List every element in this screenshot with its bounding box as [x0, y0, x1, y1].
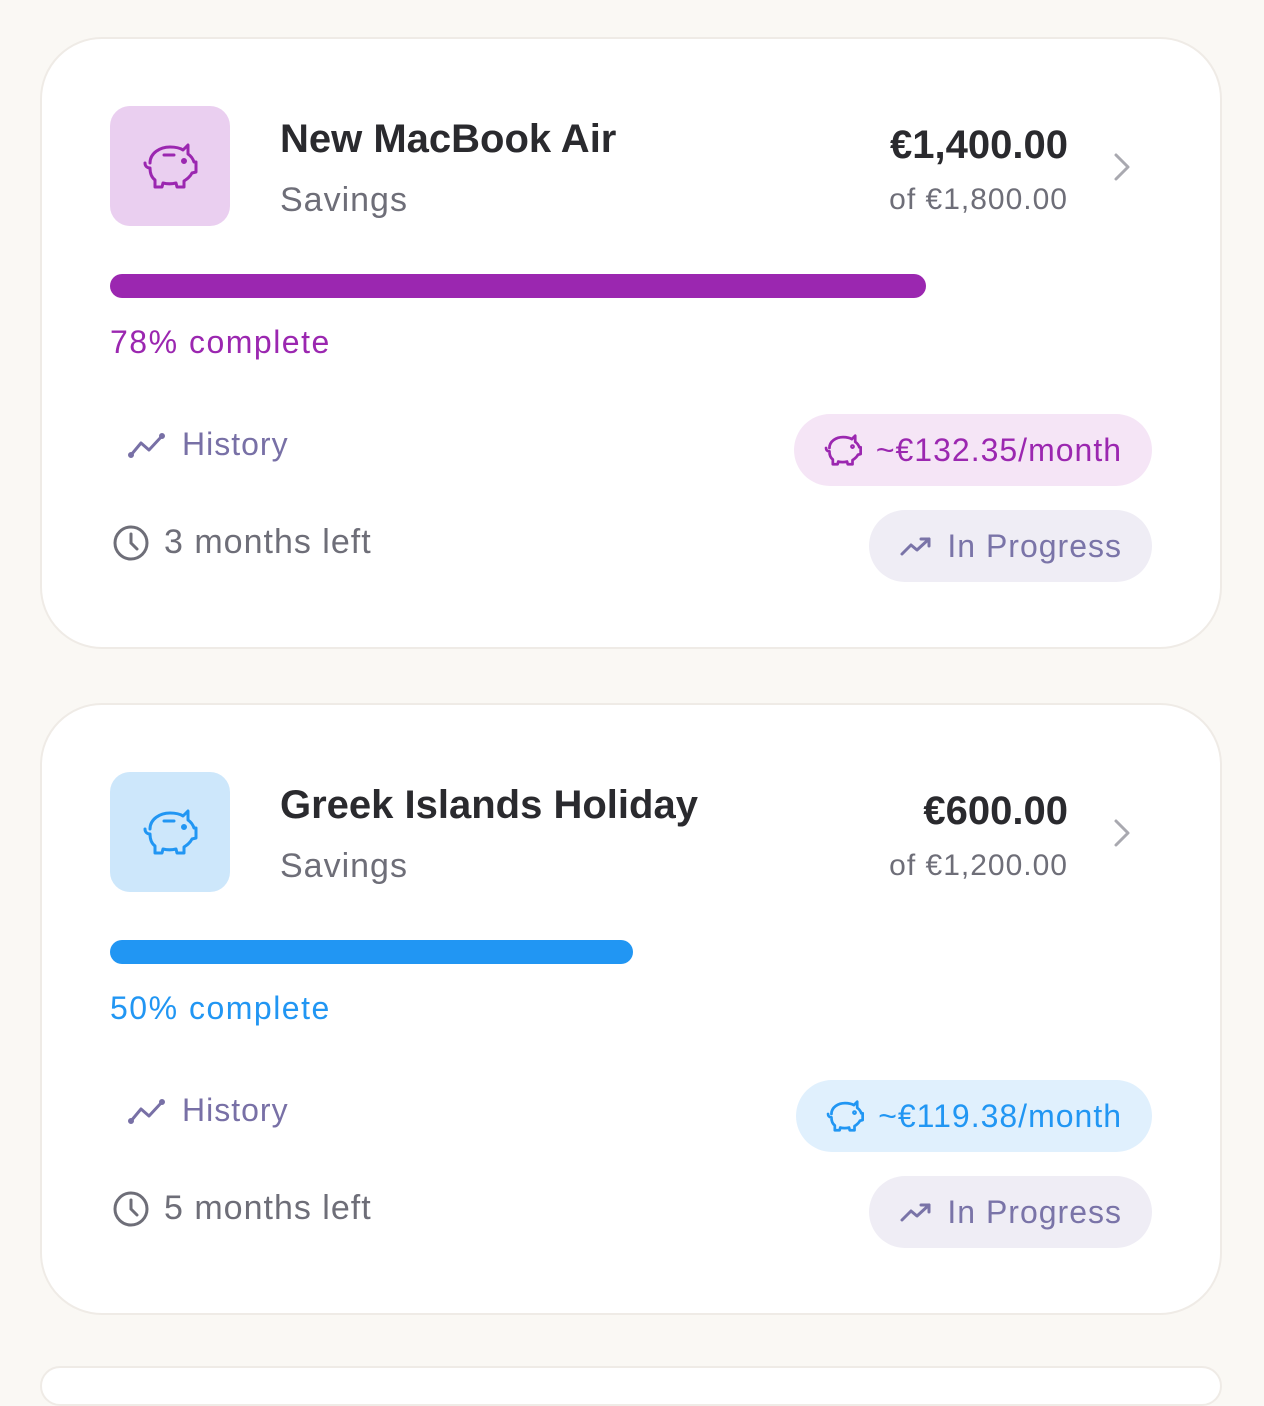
time-left: 3 months left — [112, 523, 372, 562]
goal-saved-amount: €600.00 — [923, 789, 1068, 833]
piggy-bank-icon — [143, 809, 198, 855]
progress-label: 78% complete — [110, 324, 331, 360]
time-left-label: 5 months left — [164, 1189, 372, 1227]
goal-card[interactable]: New MacBook Air Savings €1,400.00 of €1,… — [40, 37, 1222, 649]
goal-saved-amount: €1,400.00 — [890, 123, 1068, 167]
goal-card[interactable] — [40, 1366, 1222, 1406]
trending-up-icon — [900, 537, 931, 556]
chevron-right-icon[interactable] — [1110, 149, 1134, 185]
goal-category: Savings — [280, 181, 408, 219]
goal-category: Savings — [280, 847, 408, 885]
goal-title: Greek Islands Holiday — [280, 783, 698, 827]
history-label: History — [182, 426, 289, 462]
goal-icon-tile — [110, 106, 230, 226]
clock-icon — [113, 525, 149, 560]
progress-fill — [110, 940, 633, 964]
piggy-bank-icon — [143, 143, 198, 189]
goal-target-amount: of €1,800.00 — [889, 183, 1068, 216]
status-label: In Progress — [947, 1193, 1122, 1230]
history-link[interactable]: History — [128, 1092, 289, 1129]
progress-bar — [110, 274, 1156, 298]
history-label: History — [182, 1092, 289, 1128]
monthly-contribution-label: ~€119.38/month — [878, 1097, 1122, 1134]
goal-target-amount: of €1,200.00 — [889, 849, 1068, 882]
monthly-contribution-badge: ~€119.38/month — [796, 1080, 1152, 1152]
trend-line-icon — [128, 1098, 165, 1124]
chevron-right-icon[interactable] — [1110, 815, 1134, 851]
trending-up-icon — [900, 1203, 931, 1222]
monthly-contribution-label: ~€132.35/month — [875, 431, 1122, 468]
goal-card[interactable]: Greek Islands Holiday Savings €600.00 of… — [40, 703, 1222, 1315]
status-label: In Progress — [947, 527, 1122, 564]
progress-fill — [110, 274, 926, 298]
status-badge: In Progress — [869, 1176, 1152, 1248]
piggy-bank-icon — [826, 1100, 865, 1132]
clock-icon — [113, 1191, 149, 1226]
progress-bar — [110, 940, 1156, 964]
goal-title: New MacBook Air — [280, 117, 617, 161]
goal-icon-tile — [110, 772, 230, 892]
progress-label: 50% complete — [110, 990, 331, 1026]
monthly-contribution-badge: ~€132.35/month — [793, 414, 1152, 486]
history-link[interactable]: History — [128, 426, 289, 463]
piggy-bank-icon — [824, 434, 862, 466]
time-left-label: 3 months left — [164, 523, 372, 561]
trend-line-icon — [128, 432, 165, 458]
time-left: 5 months left — [112, 1189, 372, 1228]
status-badge: In Progress — [869, 510, 1152, 582]
